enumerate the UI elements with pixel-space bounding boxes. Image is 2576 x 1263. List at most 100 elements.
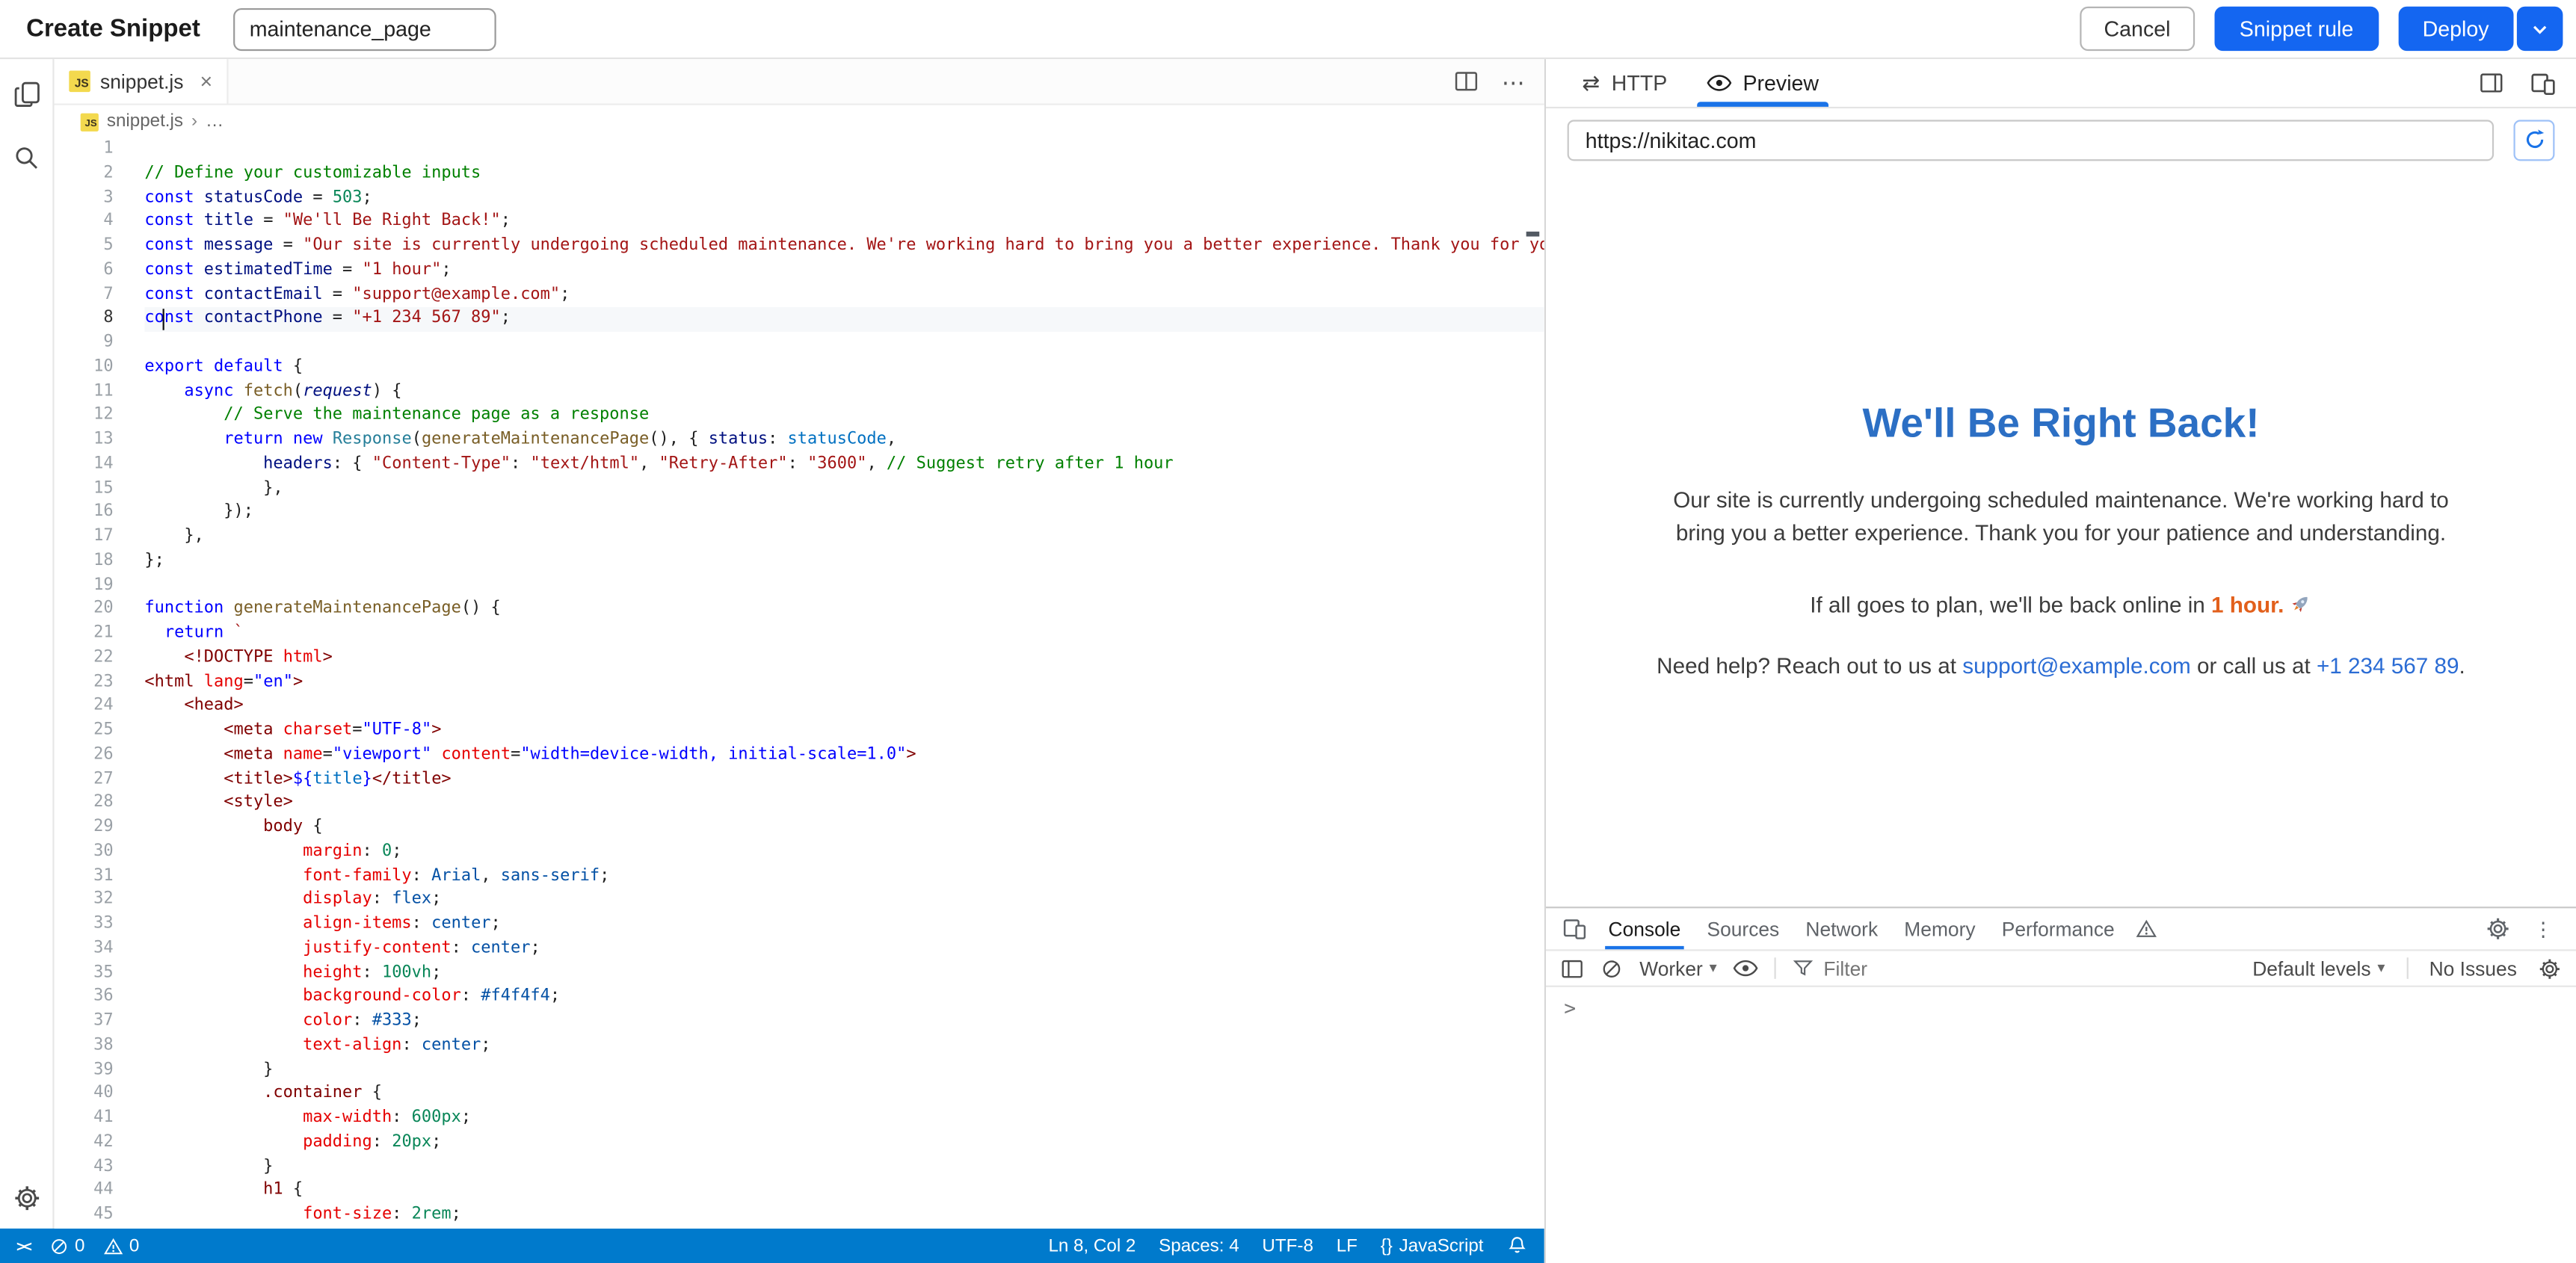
code-line[interactable]: return new Response(generateMaintenanceP… — [144, 429, 1544, 453]
line-number[interactable]: 12 — [55, 404, 114, 428]
device-emulation-icon[interactable] — [2530, 70, 2556, 96]
settings-gear-icon[interactable] — [12, 1185, 40, 1212]
line-number[interactable]: 39 — [55, 1058, 114, 1082]
code-line[interactable]: color: #2c5fc4; — [144, 1228, 1544, 1229]
live-expression-eye-icon[interactable] — [1734, 956, 1758, 981]
code-line[interactable]: <meta charset="UTF-8"> — [144, 720, 1544, 744]
tab-network[interactable]: Network — [1794, 908, 1890, 949]
code-line[interactable]: align-items: center; — [144, 913, 1544, 937]
code-area[interactable]: 1234567891011121314151617181920212223242… — [55, 138, 1544, 1229]
line-number[interactable]: 10 — [55, 356, 114, 380]
issues-counter[interactable]: No Issues — [2429, 957, 2517, 980]
line-number[interactable]: 28 — [55, 792, 114, 816]
refresh-button[interactable] — [2513, 119, 2554, 160]
code-line[interactable]: }, — [144, 477, 1544, 501]
line-number[interactable]: 25 — [55, 720, 114, 744]
status-encoding[interactable]: UTF-8 — [1262, 1236, 1313, 1256]
log-levels-selector[interactable]: Default levels ▾ — [2252, 957, 2385, 980]
line-number[interactable]: 17 — [55, 525, 114, 549]
code-line[interactable]: const contactPhone = "+1 234 567 89"; — [144, 308, 1544, 332]
console-sidebar-icon[interactable] — [1561, 957, 1584, 980]
code-line[interactable]: <html lang="en"> — [144, 671, 1544, 695]
line-number[interactable]: 3 — [55, 186, 114, 210]
line-number[interactable]: 24 — [55, 695, 114, 719]
line-number[interactable]: 13 — [55, 429, 114, 453]
cancel-button[interactable]: Cancel — [2080, 7, 2196, 51]
breadcrumb[interactable]: JS snippet.js › … — [55, 105, 1544, 138]
line-number[interactable]: 15 — [55, 477, 114, 501]
code-line[interactable]: padding: 20px; — [144, 1131, 1544, 1155]
code-line[interactable]: headers: { "Content-Type": "text/html", … — [144, 453, 1544, 477]
deploy-dropdown-button[interactable] — [2517, 7, 2563, 51]
snippet-name-input[interactable] — [233, 7, 496, 50]
line-number[interactable]: 14 — [55, 453, 114, 477]
line-number[interactable]: 43 — [55, 1155, 114, 1179]
code-line[interactable]: const title = "We'll Be Right Back!"; — [144, 211, 1544, 235]
code-line[interactable]: const contactEmail = "support@example.co… — [144, 283, 1544, 307]
status-language[interactable]: {} JavaScript — [1381, 1236, 1484, 1256]
email-link[interactable]: support@example.com — [1962, 653, 2191, 678]
phone-link[interactable]: +1 234 567 89 — [2317, 653, 2459, 678]
line-number[interactable]: 9 — [55, 332, 114, 356]
line-number[interactable]: 5 — [55, 235, 114, 259]
line-number[interactable]: 33 — [55, 913, 114, 937]
code-line[interactable]: return ` — [144, 623, 1544, 646]
status-eol[interactable]: LF — [1337, 1236, 1358, 1256]
line-number[interactable]: 36 — [55, 986, 114, 1010]
breadcrumb-ellipsis[interactable]: … — [206, 111, 224, 131]
line-number[interactable]: 26 — [55, 744, 114, 768]
snippet-rule-button[interactable]: Snippet rule — [2215, 7, 2378, 51]
code-line[interactable]: display: flex; — [144, 889, 1544, 913]
line-number[interactable]: 22 — [55, 646, 114, 670]
filter-input[interactable] — [1823, 957, 2236, 980]
context-selector[interactable]: Worker ▾ — [1639, 957, 1716, 980]
status-errors[interactable]: 0 — [49, 1236, 85, 1256]
line-number[interactable]: 7 — [55, 283, 114, 307]
code-line[interactable]: height: 100vh; — [144, 962, 1544, 986]
code-line[interactable]: <head> — [144, 695, 1544, 719]
code-line[interactable]: <title>${title}</title> — [144, 768, 1544, 791]
code-line[interactable]: h1 { — [144, 1180, 1544, 1204]
code-line[interactable]: font-family: Arial, sans-serif; — [144, 865, 1544, 889]
split-view-icon[interactable] — [2479, 71, 2503, 96]
code-line[interactable]: const statusCode = 503; — [144, 186, 1544, 210]
line-number[interactable]: 31 — [55, 865, 114, 889]
line-number[interactable]: 8 — [55, 308, 114, 332]
line-number[interactable]: 42 — [55, 1131, 114, 1155]
line-number[interactable]: 4 — [55, 211, 114, 235]
clear-console-icon[interactable] — [1600, 957, 1624, 980]
code-line[interactable]: const estimatedTime = "1 hour"; — [144, 259, 1544, 283]
snippets-copy-icon[interactable] — [12, 81, 40, 108]
code-line[interactable]: max-width: 600px; — [144, 1107, 1544, 1131]
tab-performance[interactable]: Performance — [1990, 908, 2126, 949]
line-number[interactable]: 20 — [55, 599, 114, 623]
code-line[interactable]: <meta name="viewport" content="width=dev… — [144, 744, 1544, 768]
code-line[interactable]: text-align: center; — [144, 1034, 1544, 1058]
line-number[interactable]: 37 — [55, 1010, 114, 1034]
device-toolbar-icon[interactable] — [1562, 916, 1587, 941]
status-warnings[interactable]: 0 — [103, 1236, 140, 1256]
console-output[interactable]: > — [1546, 987, 2576, 1263]
search-icon[interactable] — [13, 144, 40, 170]
code-line[interactable]: }; — [144, 550, 1544, 574]
code-line[interactable]: } — [144, 1058, 1544, 1082]
more-actions-icon[interactable]: ⋯ — [1502, 70, 1525, 93]
kebab-menu-icon[interactable]: ⋮ — [2533, 917, 2553, 940]
code-line[interactable]: async fetch(request) { — [144, 380, 1544, 404]
code-line[interactable]: margin: 0; — [144, 841, 1544, 865]
code-line[interactable]: body { — [144, 816, 1544, 840]
code-line[interactable]: }, — [144, 525, 1544, 549]
code-line[interactable]: const message = "Our site is currently u… — [144, 235, 1544, 259]
line-number[interactable]: 27 — [55, 768, 114, 791]
line-number[interactable]: 23 — [55, 671, 114, 695]
code-line[interactable]: // Define your customizable inputs — [144, 162, 1544, 186]
code-line[interactable]: background-color: #f4f4f4; — [144, 986, 1544, 1010]
code-line[interactable] — [144, 138, 1544, 162]
line-number[interactable]: 44 — [55, 1180, 114, 1204]
line-number[interactable]: 40 — [55, 1083, 114, 1107]
url-input[interactable] — [1568, 119, 2495, 160]
line-number[interactable]: 32 — [55, 889, 114, 913]
tab-http[interactable]: ⇄ HTTP — [1565, 59, 1683, 107]
line-number[interactable]: 16 — [55, 501, 114, 525]
line-number[interactable]: 35 — [55, 962, 114, 986]
